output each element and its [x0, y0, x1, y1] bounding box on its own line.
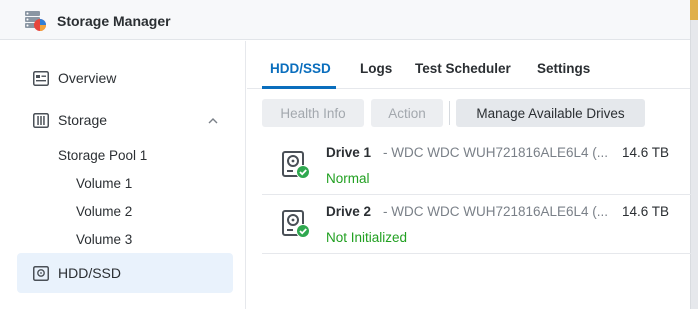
- drive-status: Normal: [326, 171, 370, 186]
- drive-healthy-icon: [280, 149, 312, 181]
- drive-healthy-icon: [280, 208, 312, 240]
- overview-icon: [33, 71, 49, 86]
- sidebar-item-storage-pool-1[interactable]: Storage Pool 1: [58, 148, 147, 163]
- manage-available-drives-button[interactable]: Manage Available Drives: [456, 99, 645, 127]
- drive-model: - WDC WDC WUH721816ALE6L4 (...: [383, 204, 609, 219]
- drive-name: Drive 1: [326, 145, 372, 160]
- action-button[interactable]: Action: [371, 99, 443, 127]
- storage-manager-icon: [24, 9, 48, 33]
- chevron-up-icon[interactable]: [207, 114, 219, 126]
- main-panel: HDD/SSD Logs Test Scheduler Settings Hea…: [247, 41, 698, 309]
- drive-size: 14.6 TB: [622, 204, 670, 219]
- tab-bar: HDD/SSD Logs Test Scheduler Settings: [247, 41, 690, 89]
- drive-status: Not Initialized: [326, 230, 408, 245]
- active-tab-indicator: [262, 86, 336, 89]
- drive-row[interactable]: Drive 1 - WDC WDC WUH721816ALE6L4 (... 1…: [262, 137, 698, 195]
- sidebar-item-volume-1[interactable]: Volume 1: [76, 176, 132, 191]
- sidebar-item-label: HDD/SSD: [58, 265, 122, 281]
- sidebar-item-volume-2[interactable]: Volume 2: [76, 204, 132, 219]
- sidebar-item-hdd-ssd[interactable]: HDD/SSD: [17, 253, 233, 293]
- sidebar-item-overview[interactable]: Overview: [17, 58, 233, 98]
- tab-test-scheduler[interactable]: Test Scheduler: [415, 61, 511, 76]
- title-bar: Storage Manager: [0, 0, 690, 40]
- sidebar: Overview Storage Storage Pool 1 Volume 1…: [0, 41, 246, 309]
- window-edge-accent: [690, 0, 698, 20]
- sidebar-item-volume-3[interactable]: Volume 3: [76, 232, 132, 247]
- tab-logs[interactable]: Logs: [360, 61, 392, 76]
- storage-icon: [33, 113, 49, 128]
- drive-size: 14.6 TB: [622, 145, 670, 160]
- tab-settings[interactable]: Settings: [537, 61, 590, 76]
- sidebar-item-storage[interactable]: Storage: [17, 100, 233, 140]
- tab-hdd-ssd[interactable]: HDD/SSD: [270, 61, 331, 76]
- sidebar-item-label: Overview: [58, 70, 117, 86]
- hdd-icon: [33, 266, 49, 281]
- toolbar-divider: [449, 101, 450, 125]
- health-info-button[interactable]: Health Info: [262, 99, 364, 127]
- drive-model: - WDC WDC WUH721816ALE6L4 (...: [383, 145, 609, 160]
- drive-row[interactable]: Drive 2 - WDC WDC WUH721816ALE6L4 (... 1…: [262, 196, 698, 254]
- window-title: Storage Manager: [57, 13, 171, 29]
- sidebar-item-label: Storage: [58, 112, 108, 128]
- drive-name: Drive 2: [326, 204, 372, 219]
